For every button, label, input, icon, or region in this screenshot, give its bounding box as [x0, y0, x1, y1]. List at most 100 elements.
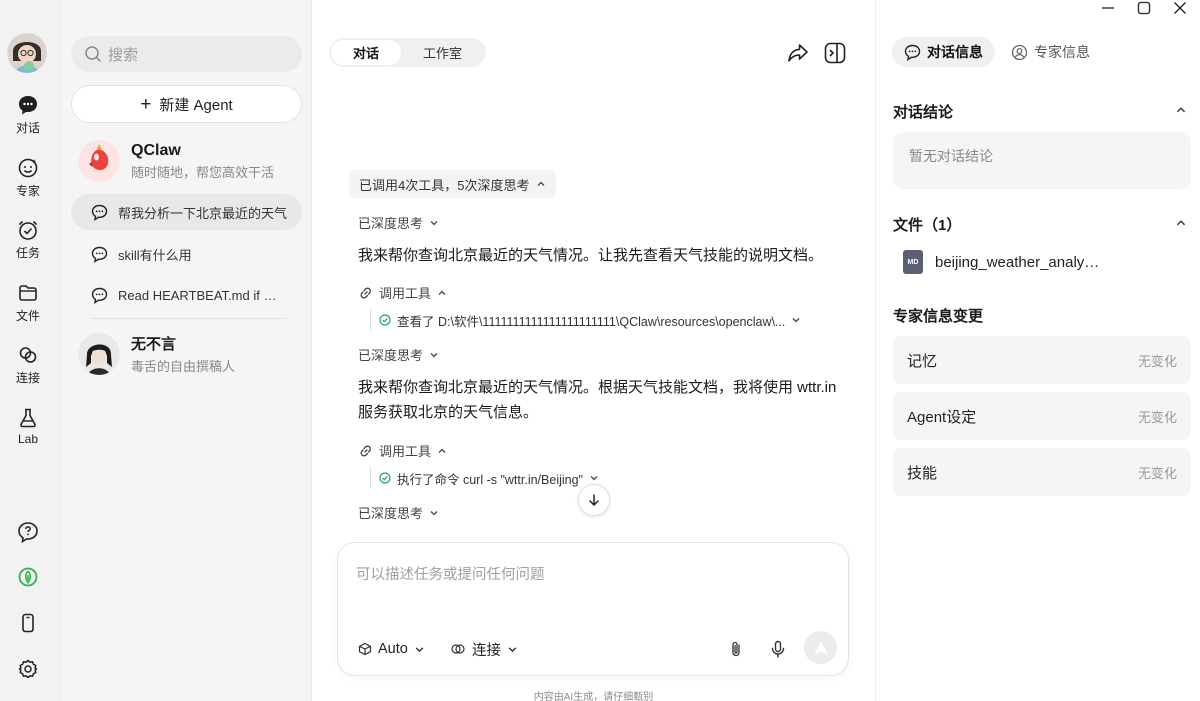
search-placeholder: 搜索 — [108, 46, 139, 64]
change-agent-settings[interactable]: Agent设定 无变化 — [893, 392, 1191, 440]
summary-title: 对话结论 — [893, 104, 954, 121]
assistant-message: 我来帮你查询北京最近的天气情况。根据天气技能文档，我将使用 wttr.in 服务… — [358, 379, 837, 421]
link-icon — [359, 286, 373, 300]
tool-call-item[interactable]: 执行了命令 curl -s "wttr.in/Beijing" — [370, 467, 599, 489]
window-controls — [870, 0, 1200, 22]
chevron-up-icon — [437, 446, 447, 456]
attach-icon[interactable] — [726, 639, 746, 659]
qclaw-avatar — [78, 140, 120, 182]
rail-item-task[interactable]: 任务 — [0, 219, 56, 261]
settings-icon — [17, 658, 39, 680]
rail-item-chat[interactable]: 对话 — [0, 94, 56, 136]
agent-wubuyan[interactable]: 无不言 毒舌的自由撰稿人 — [78, 330, 302, 378]
tool-call-toggle[interactable]: 调用工具 — [359, 283, 447, 302]
session-list: 搜索 + 新建 Agent QClaw 随时随地，帮您高效干活 帮我分析一下北京… — [62, 0, 312, 701]
markdown-file-icon: MD — [903, 250, 923, 274]
connect-select[interactable]: 连接 — [450, 637, 518, 661]
microphone-icon[interactable] — [768, 639, 788, 659]
close-icon[interactable] — [1162, 0, 1198, 16]
maximize-icon[interactable] — [1126, 0, 1162, 16]
link-icon — [359, 444, 373, 458]
new-agent-button[interactable]: + 新建 Agent — [71, 85, 302, 123]
message-composer[interactable]: 可以描述任务或提问任何问题 Auto 连接 — [337, 542, 849, 676]
chevron-up-icon[interactable] — [1175, 104, 1187, 116]
chevron-down-icon — [791, 315, 801, 325]
share-icon[interactable] — [786, 41, 810, 65]
user-circle-icon — [1011, 44, 1028, 61]
chat-item-heartbeat[interactable]: Read HEARTBEAT.md if it exists — [71, 277, 302, 313]
rail-item-files[interactable]: 文件 — [0, 282, 56, 324]
wubuyan-avatar — [78, 333, 120, 375]
phone-icon — [17, 612, 39, 634]
changes-title: 专家信息变更 — [893, 308, 984, 325]
ai-disclaimer: 内容由AI生成，请仔细甄别 — [533, 692, 654, 701]
chat-bubble-icon — [91, 204, 108, 221]
composer-placeholder: 可以描述任务或提问任何问题 — [356, 567, 545, 583]
link-icon — [450, 641, 466, 657]
tool-call-item[interactable]: 查看了 D:\软件\1111111111111111111111\QClaw\r… — [370, 309, 801, 331]
rail-settings-button[interactable] — [0, 658, 56, 680]
rail-claw-button[interactable] — [0, 566, 56, 588]
chevron-down-icon — [414, 644, 425, 655]
chevron-down-icon — [429, 508, 439, 518]
rail-phone-button[interactable] — [0, 612, 56, 634]
divider — [91, 318, 286, 319]
rail-help-button[interactable] — [0, 521, 56, 543]
deep-think-toggle[interactable]: 已深度思考 — [358, 345, 439, 364]
file-item[interactable]: MD beijing_weather_analysis.md — [903, 250, 1105, 274]
search-input[interactable]: 搜索 — [71, 36, 302, 72]
plus-icon: + — [140, 93, 152, 115]
cube-icon — [358, 642, 372, 656]
chat-item-skill[interactable]: skill有什么用 — [71, 236, 302, 272]
tab-conversation-info[interactable]: 对话信息 — [892, 37, 995, 67]
user-avatar[interactable] — [7, 33, 47, 73]
deep-think-toggle[interactable]: 已深度思考 — [358, 213, 439, 232]
chat-main: 对话 工作室 已调用4次工具，5次深度思考 已深度思考 我来帮你查询北京最近的天… — [312, 0, 875, 701]
chevron-up-icon[interactable] — [1175, 217, 1187, 229]
chat-item-weather[interactable]: 帮我分析一下北京最近的天气 — [71, 194, 302, 230]
search-icon — [84, 45, 102, 63]
assistant-message: 我来帮你查询北京最近的天气情况。让我先查看天气技能的说明文档。 — [358, 247, 824, 264]
new-agent-label: 新建 Agent — [159, 96, 233, 114]
chevron-down-icon — [589, 473, 599, 483]
mode-select[interactable]: Auto — [358, 637, 425, 661]
agent-qclaw[interactable]: QClaw 随时随地，帮您高效干活 — [78, 137, 302, 185]
chat-bubble-icon — [91, 287, 108, 304]
main-tabs: 对话 工作室 — [329, 38, 487, 67]
panel-toggle-icon[interactable] — [823, 41, 847, 65]
check-circle-icon — [379, 472, 391, 484]
send-icon — [813, 640, 829, 656]
help-icon — [17, 521, 39, 543]
chat-item-title: Read HEARTBEAT.md if it exists — [118, 287, 278, 303]
task-icon — [17, 219, 39, 241]
chat-bubble-icon — [904, 44, 921, 61]
deep-think-toggle[interactable]: 已深度思考 — [358, 503, 439, 522]
chevron-down-icon — [429, 350, 439, 360]
rail-item-expert[interactable]: 专家 — [0, 157, 56, 199]
file-name: beijing_weather_analysis.md — [935, 253, 1105, 271]
rail-item-lab[interactable]: Lab — [0, 407, 56, 446]
tool-call-toggle[interactable]: 调用工具 — [359, 441, 447, 460]
link-icon — [17, 344, 39, 366]
chat-bubble-icon — [91, 246, 108, 263]
chevron-up-icon — [437, 288, 447, 298]
folder-icon — [17, 282, 39, 304]
change-memory[interactable]: 记忆 无变化 — [893, 336, 1191, 384]
agent-name: 无不言 — [131, 336, 177, 353]
rail-item-connect[interactable]: 连接 — [0, 344, 56, 386]
tab-chat[interactable]: 对话 — [331, 40, 402, 65]
change-skills[interactable]: 技能 无变化 — [893, 448, 1191, 496]
arrow-down-icon — [587, 493, 601, 507]
tool-summary-toggle[interactable]: 已调用4次工具，5次深度思考 — [349, 170, 557, 198]
minimize-icon[interactable] — [1090, 0, 1126, 16]
chevron-down-icon — [429, 218, 439, 228]
tab-studio[interactable]: 工作室 — [401, 40, 484, 65]
flask-icon — [17, 407, 39, 429]
claw-icon — [17, 566, 39, 588]
send-button[interactable] — [804, 631, 837, 664]
scroll-to-bottom-button[interactable] — [578, 484, 610, 516]
chat-icon — [17, 94, 39, 116]
info-panel: 对话信息 专家信息 对话结论 暂无对话结论 文件（1） MD beijing_w… — [875, 0, 1200, 701]
tab-expert-info[interactable]: 专家信息 — [999, 37, 1102, 67]
chat-item-title: skill有什么用 — [118, 247, 192, 263]
